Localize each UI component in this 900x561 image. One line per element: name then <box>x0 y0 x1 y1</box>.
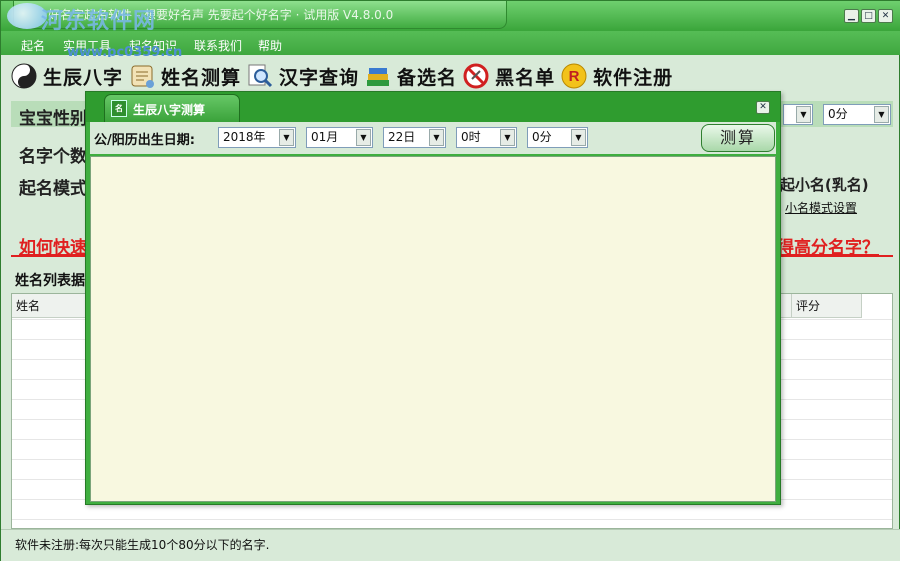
minimize-button[interactable]: ▁ <box>844 9 859 23</box>
nickname-radio[interactable]: )起小名(乳名) <box>773 174 869 195</box>
chevron-down-icon: ▼ <box>500 129 515 146</box>
toolbar-candidates-button[interactable]: 备选名 <box>363 59 457 93</box>
dialog-title: 生辰八字测算 <box>133 103 206 117</box>
app-logo-icon: 名 <box>111 100 127 117</box>
minute-select-dialog-value: 0分 <box>532 130 552 144</box>
hour-select-value: 0时 <box>461 130 481 144</box>
main-window: 好名字起名软件 - 想要好名声 先要起个好名字 · 试用版 V4.8.0.0 河… <box>0 0 900 561</box>
dialog-title-bar: 名 生辰八字测算 ✕ <box>86 92 780 122</box>
svg-text:R: R <box>569 68 580 85</box>
minute-select-value: 0分 <box>828 107 848 121</box>
maximize-button[interactable]: □ <box>861 9 876 23</box>
menu-help[interactable]: 帮助 <box>258 37 282 54</box>
forbidden-icon <box>461 61 491 91</box>
mode-label: 起名模式 <box>19 179 87 199</box>
minute-select-dialog[interactable]: 0分 ▼ <box>527 127 588 148</box>
nickname-radio-label: 起小名(乳名) <box>779 176 869 194</box>
status-bar: 软件未注册:每次只能生成10个80分以下的名字. <box>1 529 900 561</box>
date-input-bar: 公/阳历出生日期: 2018年 ▼ 01月 ▼ 22日 ▼ 0时 ▼ 0分 ▼ 测算 <box>90 122 776 154</box>
books-icon <box>363 61 393 91</box>
chevron-down-icon: ▼ <box>796 106 811 123</box>
toolbar-candidates-label: 备选名 <box>397 66 458 89</box>
chevron-down-icon: ▼ <box>429 129 444 146</box>
month-select[interactable]: 01月 ▼ <box>306 127 373 148</box>
toolbar-bazi-button[interactable]: 生辰八字 <box>9 59 123 93</box>
hour-select-bg[interactable]: ▼ <box>783 104 813 125</box>
year-select-value: 2018年 <box>223 130 266 144</box>
registered-icon: R <box>559 61 589 91</box>
hour-select[interactable]: 0时 ▼ <box>456 127 517 148</box>
toolbar-bazi-label: 生辰八字 <box>43 66 124 89</box>
minute-select[interactable]: 0分 ▼ <box>823 104 891 125</box>
dialog-close-button[interactable]: ✕ <box>756 101 770 114</box>
name-count-label: 名字个数 <box>19 147 87 167</box>
status-text: 软件未注册:每次只能生成10个80分以下的名字. <box>15 538 270 552</box>
toolbar-hanzi-button[interactable]: 汉字查询 <box>245 59 359 93</box>
toolbar-blacklist-button[interactable]: 黑名单 <box>461 59 555 93</box>
birth-date-label: 公/阳历出生日期: <box>94 133 195 148</box>
toolbar-blacklist-label: 黑名单 <box>495 66 556 89</box>
gender-label: 宝宝性别 <box>19 109 87 129</box>
nickname-settings-link[interactable]: 小名模式设置 <box>785 199 857 216</box>
day-select[interactable]: 22日 ▼ <box>383 127 446 148</box>
menu-qiming[interactable]: 起名 <box>21 37 45 54</box>
toolbar: 生辰八字 姓名测算 汉字查询 备选名 黑名单 R 软件注册 <box>9 57 893 95</box>
title-bar: 好名字起名软件 - 想要好名声 先要起个好名字 · 试用版 V4.8.0.0 河… <box>1 1 900 34</box>
year-select[interactable]: 2018年 ▼ <box>218 127 296 148</box>
result-area[interactable] <box>90 156 776 502</box>
toolbar-register-label: 软件注册 <box>593 66 674 89</box>
day-select-value: 22日 <box>388 130 416 144</box>
chevron-down-icon: ▼ <box>874 106 889 123</box>
name-list-title: 姓名列表据 <box>15 273 85 289</box>
magnifier-icon <box>245 61 275 91</box>
chevron-down-icon: ▼ <box>571 129 586 146</box>
toolbar-hanzi-label: 汉字查询 <box>279 66 360 89</box>
chevron-down-icon: ▼ <box>356 129 371 146</box>
column-header-score[interactable]: 评分 <box>792 294 862 318</box>
toolbar-name-test-button[interactable]: 姓名测算 <box>127 59 241 93</box>
calculate-button[interactable]: 测算 <box>701 124 775 152</box>
month-select-value: 01月 <box>311 130 339 144</box>
bazi-dialog: 名 生辰八字测算 ✕ 公/阳历出生日期: 2018年 ▼ 01月 ▼ 22日 ▼ 0时… <box>85 91 781 505</box>
yin-yang-icon <box>9 61 39 91</box>
chevron-down-icon: ▼ <box>279 129 294 146</box>
menu-contact[interactable]: 联系我们 <box>194 37 242 54</box>
close-button[interactable]: ✕ <box>878 9 893 23</box>
toolbar-name-test-label: 姓名测算 <box>161 66 242 89</box>
scroll-icon <box>127 61 157 91</box>
dialog-tab: 名 生辰八字测算 <box>104 94 240 122</box>
toolbar-register-button[interactable]: R 软件注册 <box>559 59 673 93</box>
